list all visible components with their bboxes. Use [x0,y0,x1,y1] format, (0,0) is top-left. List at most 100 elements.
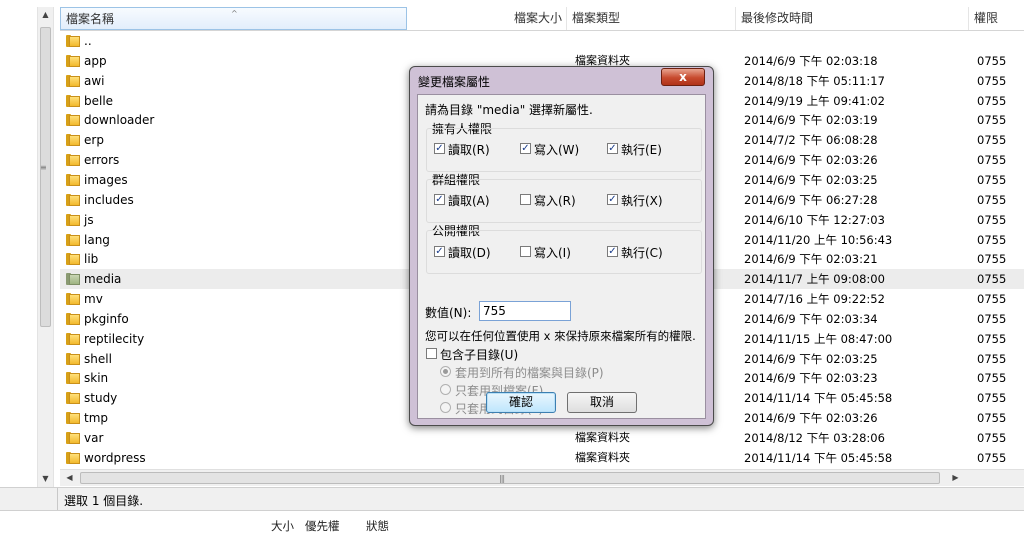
file-permissions: 0755 [977,192,1007,207]
file-permissions: 0755 [977,232,1007,247]
folder-icon [66,134,80,147]
file-permissions: 0755 [977,73,1007,88]
folder-icon [66,352,80,365]
file-permissions: 0755 [977,331,1007,346]
table-row[interactable]: wordpress 檔案資料夾 2014/11/14 下午 05:45:58 0755 [60,448,1024,468]
owner-write-label: 寫入(W) [534,143,580,157]
numeric-value-input[interactable]: 755 [479,301,571,321]
file-name: downloader [84,113,155,128]
file-modified: 2014/6/10 下午 12:27:03 [744,212,885,227]
file-modified: 2014/6/9 下午 02:03:21 [744,252,878,267]
table-row[interactable]: var 檔案資料夾 2014/8/12 下午 03:28:06 0755 [60,428,1024,448]
recurse-subdirectories-checkbox[interactable] [426,348,437,359]
file-modified: 2014/6/9 下午 02:03:18 [744,53,878,68]
table-row[interactable]: .. [60,31,1024,51]
file-permissions: 0755 [977,133,1007,148]
file-name: wordpress [84,450,146,465]
file-type: 檔案資料夾 [575,431,630,444]
file-modified: 2014/9/19 上午 09:41:02 [744,93,885,108]
column-header-size[interactable]: 檔案大小 [407,7,567,30]
file-name: lib [84,252,99,267]
file-permissions: 0755 [977,252,1007,267]
hscrollbar-thumb[interactable]: ||| [80,472,940,484]
apply-files-radio[interactable] [440,384,451,395]
file-name: awi [84,73,105,88]
column-header-permissions[interactable]: 權限 [969,7,1024,30]
recurse-subdirectories-label: 包含子目錄(U) [440,348,519,362]
file-modified: 2014/11/20 上午 10:56:43 [744,232,893,247]
file-modified: 2014/7/2 下午 06:08:28 [744,133,878,148]
file-modified: 2014/11/15 上午 08:47:00 [744,331,893,346]
file-modified: 2014/11/14 下午 05:45:58 [744,391,893,406]
cancel-button[interactable]: 取消 [567,392,637,413]
group-exec-label: 執行(X) [621,194,663,208]
status-bar: 選取 1 個目錄. [0,487,1024,511]
file-name: tmp [84,411,109,426]
vertical-scrollbar[interactable]: ▲ ≡ ▼ [37,7,54,487]
folder-icon [66,412,80,425]
scroll-down-icon[interactable]: ▼ [38,471,53,487]
file-permissions: 0755 [977,53,1007,68]
group-read-checkbox[interactable]: ✓ [434,194,445,205]
change-attributes-dialog: 變更檔案屬性 x 請為目錄 "media" 選擇新屬性. 擁有人權限 ✓ 讀取(… [409,66,714,426]
folder-icon [66,94,80,107]
horizontal-scrollbar[interactable]: ◀ ||| ▶ [60,469,1024,486]
scroll-right-icon[interactable]: ▶ [948,470,963,486]
file-name: skin [84,371,109,386]
file-modified: 2014/8/18 下午 05:11:17 [744,73,885,88]
file-permissions: 0755 [977,292,1007,307]
group-write-label: 寫入(R) [534,194,576,208]
close-button[interactable]: x [661,68,705,86]
public-read-checkbox[interactable]: ✓ [434,246,445,257]
public-exec-checkbox[interactable]: ✓ [607,246,618,257]
public-write-checkbox[interactable] [520,246,531,257]
file-name: study [84,391,118,406]
column-header-modified[interactable]: 最後修改時間 [736,7,969,30]
sort-ascending-icon: ^ [231,9,238,18]
file-modified: 2014/6/9 下午 02:03:34 [744,311,878,326]
file-modified: 2014/11/14 下午 05:45:58 [744,450,893,465]
owner-exec-label: 執行(E) [621,143,662,157]
public-write-label: 寫入(I) [534,246,571,260]
column-header-name[interactable]: ^ 檔案名稱 [60,7,407,30]
directory-tree-pane[interactable] [0,7,39,487]
folder-icon [66,253,80,266]
file-permissions: 0755 [977,391,1007,406]
status-text: 選取 1 個目錄. [64,494,144,508]
group-write-checkbox[interactable] [520,194,531,205]
scroll-left-icon[interactable]: ◀ [62,470,77,486]
file-permissions: 0755 [977,351,1007,366]
file-modified: 2014/6/9 下午 02:03:26 [744,411,878,426]
folder-icon [66,432,80,444]
permission-hint: 您可以在任何位置使用 x 來保持原來檔案所有的權限. [425,329,696,343]
column-header-bar: ^ 檔案名稱 檔案大小 檔案類型 最後修改時間 權限 [60,7,1024,31]
column-header-type[interactable]: 檔案類型 [567,7,736,30]
file-modified: 2014/6/9 下午 02:03:23 [744,371,878,386]
file-name: media [84,272,122,287]
queue-column-size[interactable]: 大小 [271,518,294,534]
queue-column-status[interactable]: 狀態 [366,518,389,534]
apply-all-radio[interactable] [440,366,451,377]
file-name: belle [84,93,114,108]
scroll-up-icon[interactable]: ▲ [38,7,53,23]
group-exec-checkbox[interactable]: ✓ [607,194,618,205]
ok-button[interactable]: 確認 [486,392,556,413]
file-modified: 2014/11/7 上午 09:08:00 [744,272,885,287]
queue-column-priority[interactable]: 優先權 [305,518,340,534]
file-name: lang [84,232,110,247]
file-modified: 2014/6/9 下午 02:03:25 [744,351,878,366]
owner-exec-checkbox[interactable]: ✓ [607,143,618,154]
apply-dirs-radio[interactable] [440,402,451,413]
file-modified: 2014/7/16 上午 09:22:52 [744,292,885,307]
file-name: .. [84,34,92,48]
owner-write-checkbox[interactable]: ✓ [520,143,531,154]
scrollbar-thumb[interactable] [40,27,51,327]
owner-read-label: 讀取(R) [448,143,490,157]
file-permissions: 0755 [977,113,1007,128]
scrollbar-grip-icon: ≡ [40,163,47,172]
file-permissions: 0755 [977,411,1007,426]
file-name: js [84,212,94,227]
dialog-title: 變更檔案屬性 [418,75,491,89]
owner-read-checkbox[interactable]: ✓ [434,143,445,154]
folder-icon [66,233,80,246]
